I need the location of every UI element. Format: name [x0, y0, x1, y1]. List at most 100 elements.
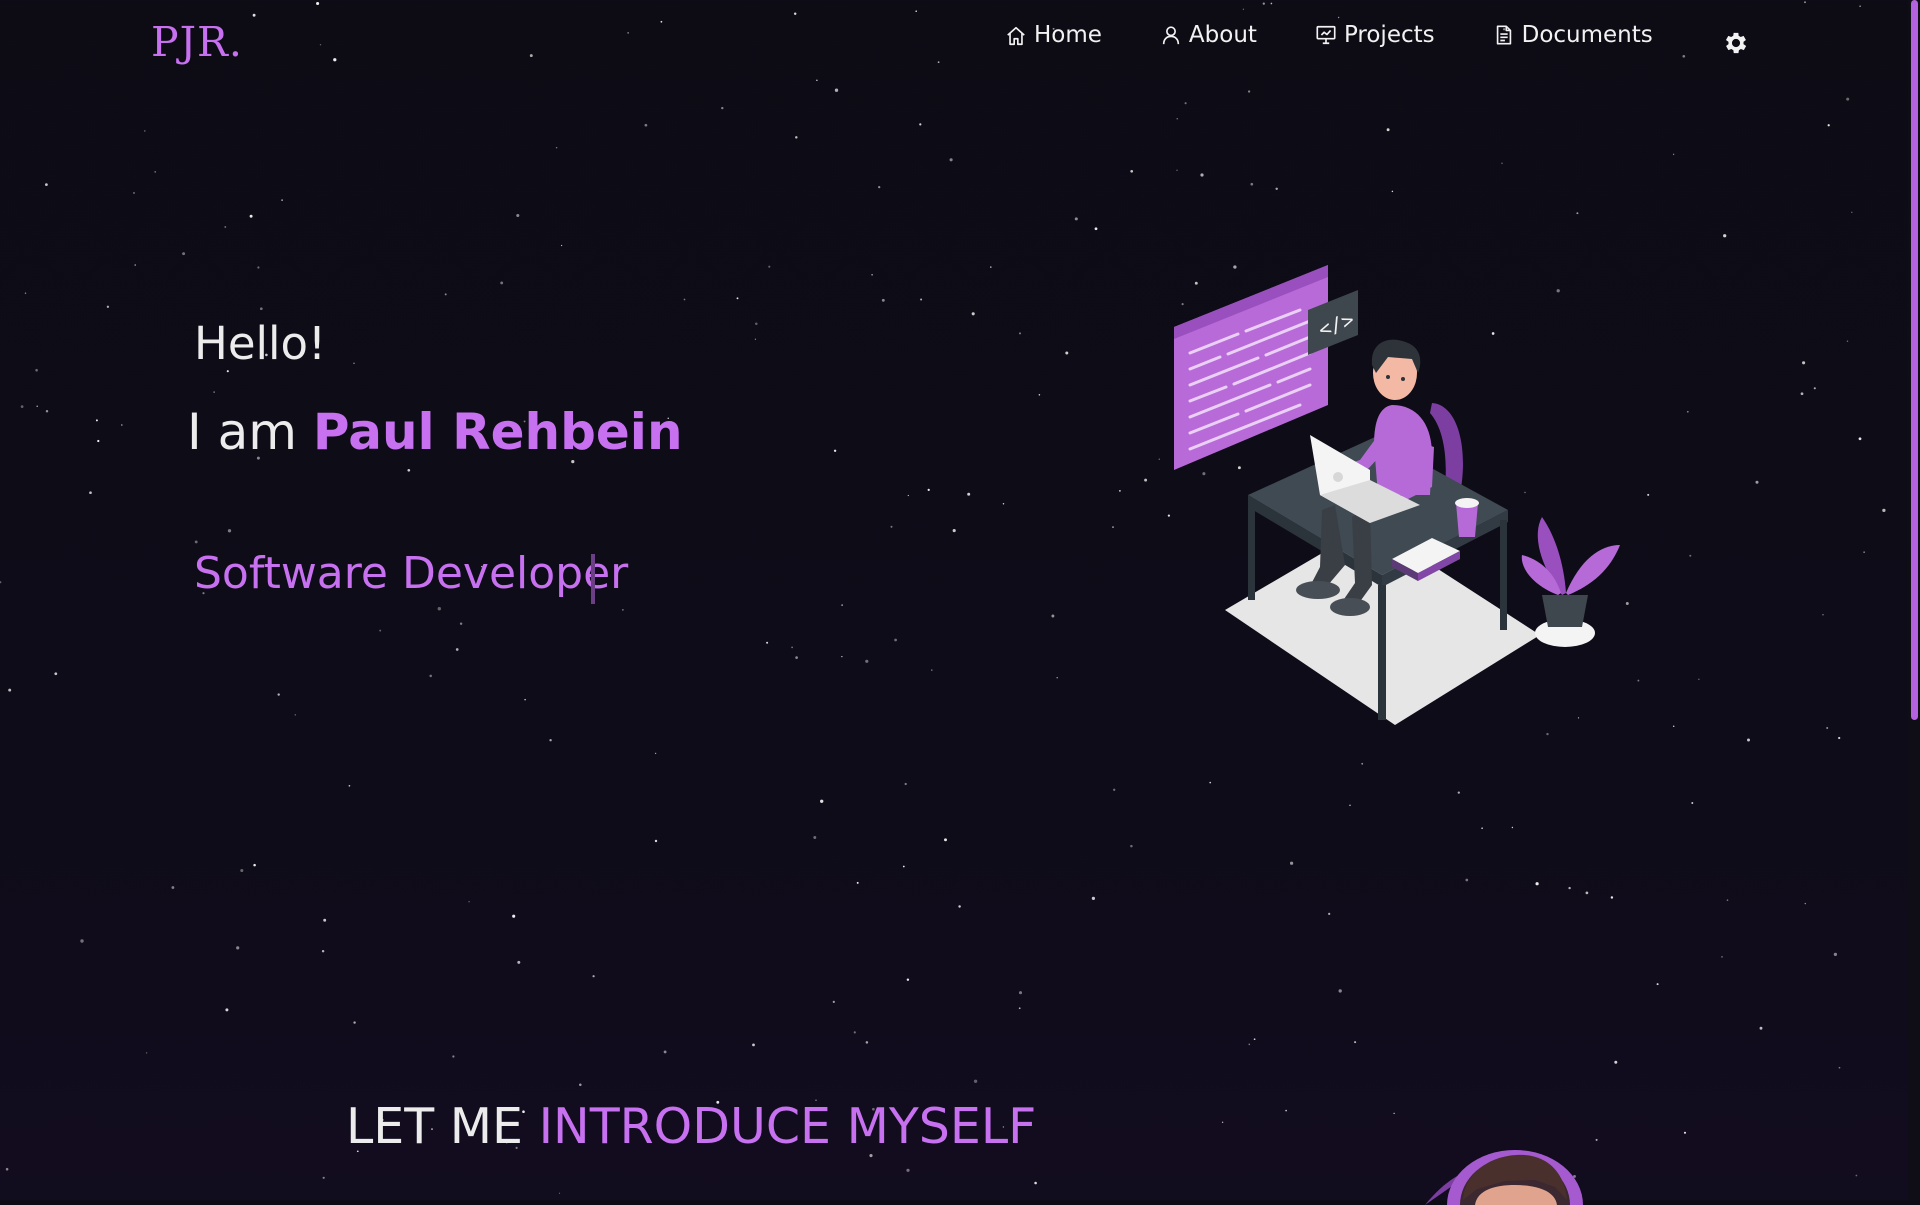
star: [512, 914, 516, 918]
avatar: [1425, 1150, 1583, 1205]
star: [832, 1000, 835, 1004]
star: [1250, 182, 1254, 186]
star: [890, 525, 893, 528]
star: [1656, 983, 1659, 986]
star: [429, 674, 432, 678]
star: [225, 1008, 229, 1012]
star: [407, 468, 411, 472]
nav-links: Home About Projects Documents: [1005, 22, 1711, 48]
star: [1002, 503, 1005, 505]
star: [820, 799, 824, 803]
star: [182, 252, 186, 256]
star: [353, 362, 355, 364]
scrollbar-thumb[interactable]: [1911, 0, 1918, 720]
star: [249, 214, 253, 218]
developer-illustration: </>: [1174, 265, 1620, 725]
gear-icon[interactable]: [1722, 29, 1750, 57]
nav-home-link[interactable]: Home: [1005, 22, 1102, 48]
star: [1328, 912, 1331, 916]
star: [0, 581, 2, 584]
star: [1200, 173, 1204, 177]
intro-heading-prefix: LET ME: [346, 1098, 524, 1155]
star: [1247, 90, 1251, 93]
nav-about-link[interactable]: About: [1160, 22, 1257, 48]
nav-home-label: Home: [1034, 22, 1102, 48]
star: [1726, 899, 1729, 901]
star: [95, 419, 98, 422]
star: [736, 297, 739, 300]
star: [952, 529, 956, 533]
star: [45, 183, 48, 186]
star: [1846, 340, 1849, 342]
star: [865, 659, 869, 663]
star: [437, 607, 441, 611]
star: [353, 1021, 356, 1024]
star: [1672, 725, 1675, 727]
star: [236, 946, 240, 950]
star: [348, 784, 351, 787]
star: [1855, 1174, 1858, 1177]
star: [1723, 234, 1727, 238]
star: [973, 1079, 978, 1083]
star: [1672, 153, 1675, 156]
star: [277, 693, 280, 696]
star: [1882, 508, 1886, 513]
star: [1289, 861, 1294, 865]
star: [1176, 169, 1178, 171]
star: [257, 266, 260, 269]
star: [1595, 1138, 1598, 1141]
star: [663, 1050, 667, 1054]
star: [1221, 1121, 1224, 1124]
star: [1689, 554, 1692, 557]
star: [1130, 169, 1134, 173]
star: [894, 638, 897, 642]
star: [1698, 678, 1700, 680]
star: [1822, 614, 1824, 616]
star: [967, 492, 971, 496]
star: [927, 488, 930, 492]
star: [224, 226, 227, 228]
star: [1826, 727, 1829, 729]
star: [944, 838, 947, 842]
star: [1637, 679, 1640, 682]
star: [1804, 902, 1807, 905]
star: [904, 782, 907, 786]
star: [644, 123, 648, 127]
star: [134, 264, 136, 266]
star: [1802, 361, 1806, 365]
star: [1614, 1060, 1618, 1064]
star: [1034, 1181, 1037, 1185]
nav-projects-label: Projects: [1343, 22, 1435, 48]
star: [1144, 478, 1148, 482]
star: [1721, 956, 1723, 958]
nav-projects-link[interactable]: Projects: [1315, 22, 1435, 48]
star: [227, 529, 232, 533]
star: [654, 839, 658, 843]
star: [1833, 952, 1838, 957]
nav-documents-link[interactable]: Documents: [1493, 22, 1653, 48]
star: [1393, 1112, 1395, 1115]
star: [524, 698, 526, 701]
star: [841, 604, 843, 606]
site-logo[interactable]: PJR.: [151, 18, 243, 66]
star: [89, 491, 92, 495]
star: [958, 905, 961, 908]
star: [841, 655, 843, 658]
star: [1253, 1038, 1256, 1041]
star: [795, 136, 798, 139]
star: [1018, 991, 1023, 995]
star: [878, 185, 881, 189]
star: [281, 199, 283, 202]
star: [766, 641, 769, 644]
star: [80, 939, 84, 943]
star: [755, 322, 758, 325]
star: [1838, 736, 1841, 740]
star: [795, 656, 798, 659]
star: [213, 391, 215, 393]
star: [1755, 480, 1759, 484]
hero-intro-prefix: I am: [187, 403, 297, 461]
star: [1501, 162, 1503, 165]
nav-about-label: About: [1188, 22, 1257, 48]
star: [1838, 1066, 1841, 1069]
star: [856, 881, 859, 884]
